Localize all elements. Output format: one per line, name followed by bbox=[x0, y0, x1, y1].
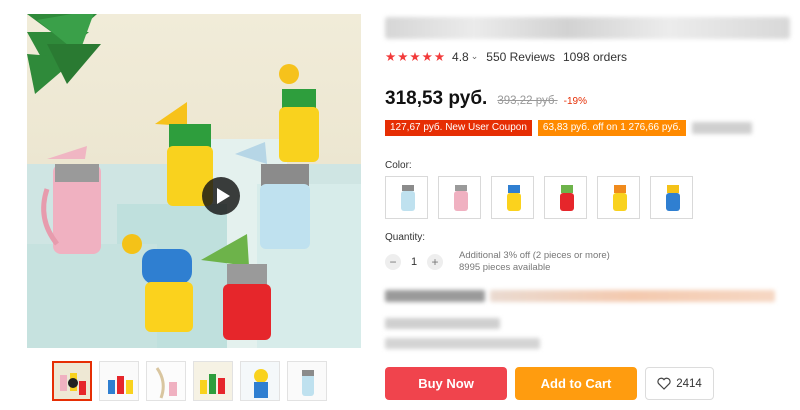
heart-icon bbox=[657, 377, 671, 390]
color-option-yellow-blue[interactable] bbox=[491, 176, 534, 219]
shipping-cost-obscured bbox=[490, 290, 775, 302]
play-icon bbox=[216, 188, 230, 204]
thumbnail-1[interactable] bbox=[52, 361, 92, 401]
coupon-row: 127,67 руб. New User Coupon 63,83 руб. o… bbox=[385, 120, 752, 136]
play-video-button[interactable] bbox=[202, 177, 240, 215]
shipping-label-obscured bbox=[385, 290, 485, 302]
color-option-blue-yellow[interactable] bbox=[650, 176, 693, 219]
chevron-down-icon[interactable]: ⌄ bbox=[471, 51, 479, 62]
palm-leaf-decoration bbox=[27, 14, 101, 94]
thumbnail-4[interactable] bbox=[193, 361, 233, 401]
color-option-yellow-orange[interactable] bbox=[597, 176, 640, 219]
color-option-pink[interactable] bbox=[438, 176, 481, 219]
discount-badge: -19% bbox=[563, 96, 587, 107]
color-option-light-blue[interactable] bbox=[385, 176, 428, 219]
delivery-info-obscured bbox=[385, 318, 500, 329]
current-price: 318,53 руб. bbox=[385, 88, 488, 109]
product-photo bbox=[27, 14, 361, 348]
store-coupon[interactable]: 63,83 руб. off on 1 276,66 руб. bbox=[537, 120, 686, 136]
thumbnail-5[interactable] bbox=[240, 361, 280, 401]
delivery-date-obscured bbox=[385, 338, 540, 349]
get-coupons-link-obscured[interactable] bbox=[691, 122, 752, 134]
thumbnail-image bbox=[241, 362, 279, 400]
wishlist-button[interactable]: 2414 bbox=[645, 367, 714, 400]
add-to-cart-button[interactable]: Add to Cart bbox=[515, 367, 637, 400]
thumbnail-image bbox=[194, 362, 232, 400]
top-yellow-bottle bbox=[279, 64, 319, 162]
thumbnail-strip bbox=[52, 361, 327, 401]
quantity-label: Quantity: bbox=[385, 232, 426, 243]
star-rating-icons: ★★★★★ bbox=[385, 50, 447, 64]
wishlist-count: 2414 bbox=[676, 377, 702, 390]
quantity-info: Additional 3% off (2 pieces or more) 899… bbox=[459, 250, 610, 274]
new-user-coupon[interactable]: 127,67 руб. New User Coupon bbox=[385, 120, 532, 136]
thumbnail-image bbox=[147, 362, 185, 400]
product-main-image[interactable] bbox=[27, 14, 361, 348]
thumbnail-image bbox=[100, 362, 138, 400]
rating-row: ★★★★★ 4.8 ⌄ 550 Reviews 1098 orders bbox=[385, 49, 628, 65]
swatch-image bbox=[613, 185, 627, 211]
swatch-image bbox=[401, 185, 415, 211]
quantity-increase-button[interactable]: + bbox=[427, 254, 443, 270]
reviews-link[interactable]: 550 Reviews bbox=[486, 50, 555, 64]
swatch-image bbox=[560, 185, 574, 211]
thumbnail-3[interactable] bbox=[146, 361, 186, 401]
swatch-image bbox=[454, 185, 468, 211]
buy-now-button[interactable]: Buy Now bbox=[385, 367, 507, 400]
quantity-value[interactable]: 1 bbox=[401, 256, 427, 268]
product-title-obscured bbox=[385, 17, 790, 39]
orders-count: 1098 orders bbox=[562, 49, 628, 64]
pieces-available-text: 8995 pieces available bbox=[459, 262, 551, 273]
thumbnail-6[interactable] bbox=[287, 361, 327, 401]
color-option-red-green[interactable] bbox=[544, 176, 587, 219]
thumbnail-image bbox=[288, 362, 326, 400]
bulk-discount-text: Additional 3% off (2 pieces or more) bbox=[459, 250, 610, 261]
original-price: 393,22 руб. bbox=[497, 95, 558, 107]
swatch-image bbox=[666, 185, 680, 211]
color-label: Color: bbox=[385, 160, 412, 171]
quantity-decrease-button[interactable]: − bbox=[385, 254, 401, 270]
rating-value: 4.8 bbox=[452, 49, 469, 64]
thumbnail-image bbox=[54, 363, 90, 399]
price-row: 318,53 руб. 393,22 руб. -19% bbox=[385, 88, 587, 110]
color-options bbox=[385, 176, 693, 219]
thumbnail-2[interactable] bbox=[99, 361, 139, 401]
swatch-image bbox=[507, 185, 521, 211]
quantity-stepper: − 1 + Additional 3% off (2 pieces or mor… bbox=[385, 250, 610, 274]
